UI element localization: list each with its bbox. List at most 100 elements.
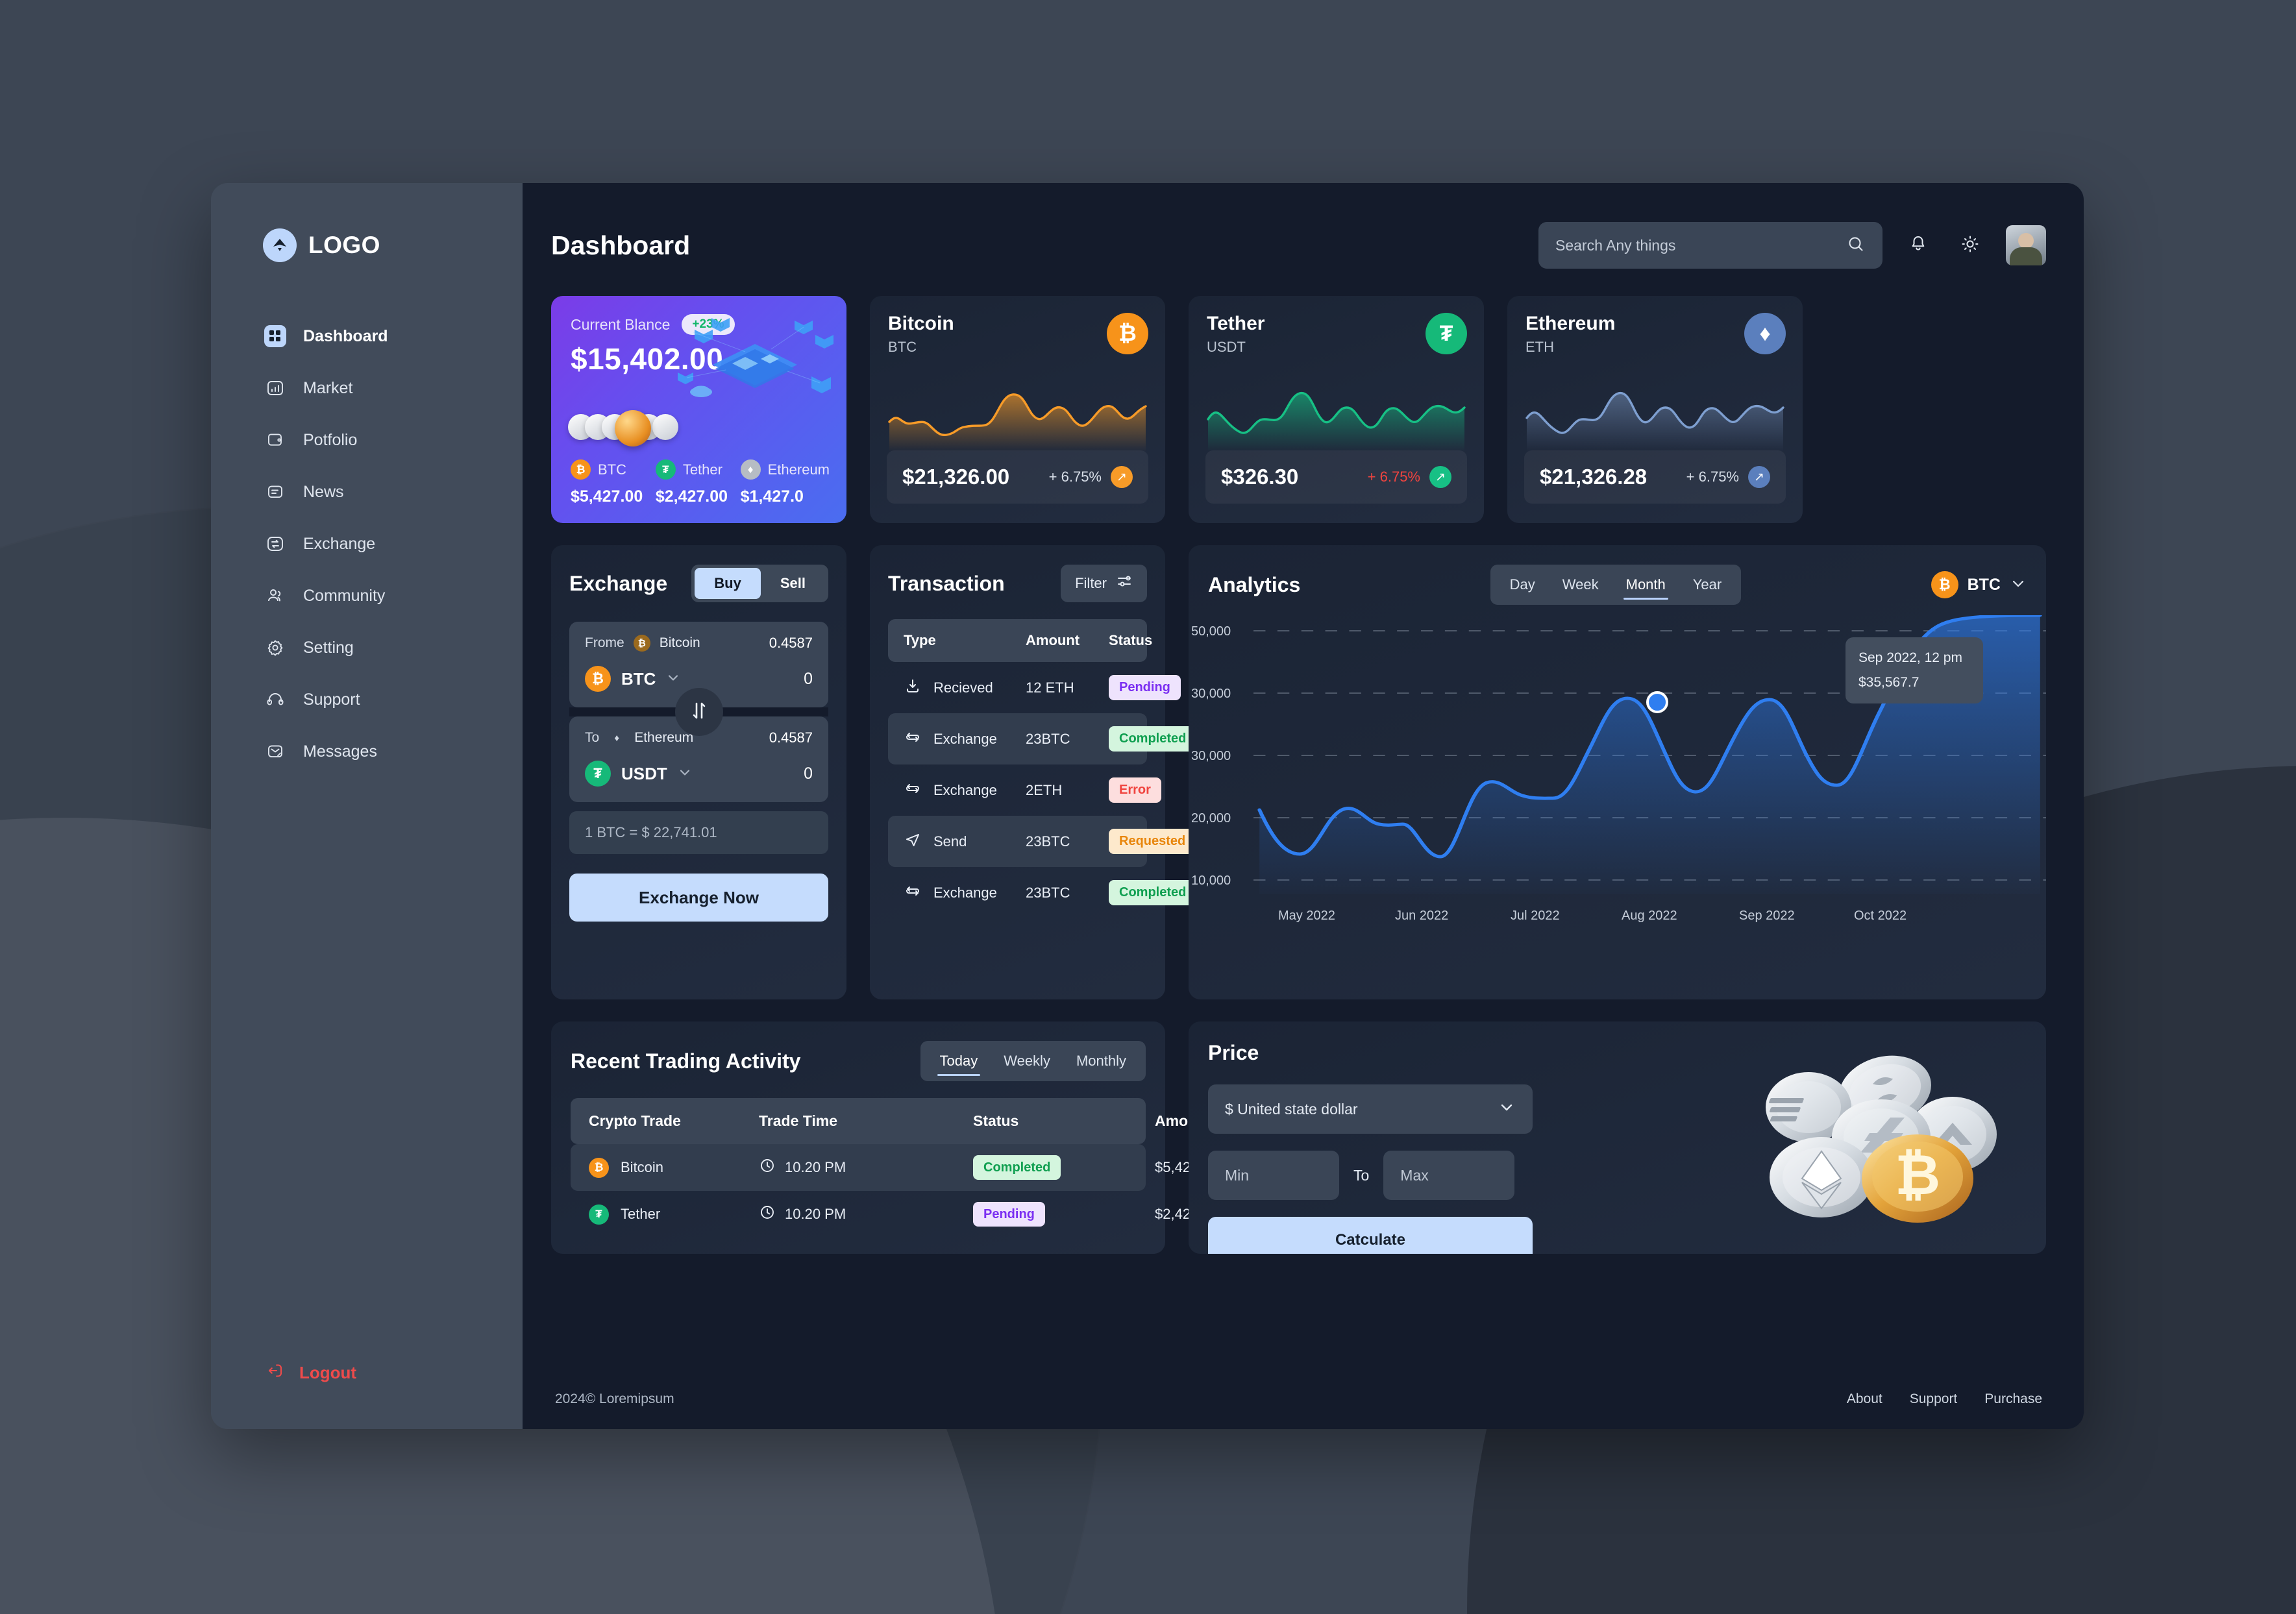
from-ticker: BTC (621, 668, 656, 689)
min-price-input[interactable] (1225, 1166, 1322, 1184)
table-row[interactable]: Exchange 23BTC Completed (888, 867, 1197, 918)
analytics-range-tabs[interactable]: Day Week Month Year (1490, 565, 1742, 605)
recent-trading-range-tabs[interactable]: Today Weekly Monthly (920, 1041, 1146, 1081)
tether-icon: ₮ (1426, 313, 1467, 354)
tether-icon: ₮ (585, 761, 611, 787)
table-row[interactable]: ₿ Bitcoin 10.20 PM Completed $5,421.00 (571, 1144, 1218, 1191)
min-price-field[interactable] (1208, 1151, 1339, 1200)
asset-value: $1,427.0 (740, 487, 804, 506)
table-row[interactable]: Send 23BTC Requested (888, 816, 1196, 867)
sidebar-item-community[interactable]: Community (211, 571, 523, 620)
footer-link-purchase[interactable]: Purchase (1984, 1391, 2042, 1407)
trade-time: 10.20 PM (785, 1159, 846, 1175)
tx-type: Recieved (933, 679, 993, 696)
news-icon (264, 481, 286, 503)
max-price-input[interactable] (1400, 1166, 1498, 1184)
tx-type: Exchange (933, 781, 997, 798)
logout-button[interactable]: Logout (211, 1361, 523, 1385)
tab-weekly[interactable]: Weekly (992, 1046, 1062, 1076)
sidebar-item-support[interactable]: Support (211, 675, 523, 724)
clock-icon (759, 1204, 776, 1225)
notifications-button[interactable] (1902, 229, 1934, 262)
headset-icon (264, 689, 286, 711)
column-status: Status (1109, 632, 1153, 648)
coin-card-bitcoin[interactable]: Bitcoin BTC ₿ $21,326.00 + 6.75% ↗ (870, 296, 1165, 523)
sparkline-chart-bitcoin (887, 379, 1148, 452)
search-icon[interactable] (1846, 234, 1866, 257)
tab-today[interactable]: Today (928, 1046, 990, 1076)
filter-button[interactable]: Filter (1061, 565, 1147, 602)
theme-toggle-button[interactable] (1954, 229, 1986, 262)
swap-icon (904, 779, 922, 801)
status-badge: Completed (1109, 880, 1197, 905)
coin-price: $21,326.00 (902, 465, 1010, 489)
tether-icon: ₮ (655, 459, 676, 480)
chevron-down-icon[interactable] (666, 670, 680, 688)
tab-week[interactable]: Week (1551, 570, 1611, 600)
status-badge: Error (1109, 777, 1161, 803)
table-row[interactable]: ₮ Tether 10.20 PM Pending $2,426.00 (571, 1191, 1218, 1238)
transaction-table: Type Amount Status Recieved 12 ETH Pendi… (888, 619, 1197, 918)
sidebar-item-dashboard[interactable]: Dashboard (211, 312, 523, 361)
sell-tab[interactable]: Sell (761, 568, 825, 599)
table-row[interactable]: Exchange 23BTC Completed (888, 713, 1197, 764)
tx-amount: 23BTC (1026, 833, 1070, 850)
coin-card-tether[interactable]: Tether USDT ₮ $326.30 + 6.75% ↗ (1189, 296, 1484, 523)
sidebar-item-exchange[interactable]: Exchange (211, 519, 523, 569)
to-coin-name: Ethereum (634, 730, 694, 745)
trend-up-icon: ↗ (1429, 466, 1451, 488)
tab-day[interactable]: Day (1498, 570, 1547, 600)
buy-sell-toggle[interactable]: Buy Sell (691, 565, 828, 602)
logout-label: Logout (299, 1363, 357, 1382)
tab-year[interactable]: Year (1681, 570, 1733, 600)
brand-label: LOGO (308, 232, 380, 258)
sidebar: LOGO Dashboard Market Potfolio News Exch… (211, 183, 523, 1429)
analytics-title: Analytics (1208, 572, 1301, 596)
table-row[interactable]: Recieved 12 ETH Pending (888, 662, 1181, 713)
exchange-icon (264, 533, 286, 555)
sidebar-item-news[interactable]: News (211, 467, 523, 517)
brand[interactable]: LOGO (211, 221, 523, 270)
footer-link-support[interactable]: Support (1910, 1391, 1958, 1407)
search-input[interactable] (1555, 236, 1837, 254)
sliders-icon (1116, 573, 1133, 594)
analytics-coin-selector[interactable]: ₿ BTC (1931, 571, 2027, 598)
tx-type: Exchange (933, 884, 997, 901)
swap-direction-button[interactable] (674, 688, 723, 736)
chevron-down-icon[interactable] (2010, 575, 2027, 595)
recent-trading-title: Recent Trading Activity (571, 1049, 801, 1073)
asset-value: $5,427.00 (571, 487, 643, 506)
tab-monthly[interactable]: Monthly (1065, 1046, 1138, 1076)
blockchain-illustration (667, 306, 843, 423)
coin-change: + 6.75% (1686, 469, 1739, 485)
table-row[interactable]: Exchange 2ETH Error (888, 764, 1161, 816)
max-price-field[interactable] (1383, 1151, 1515, 1200)
wallet-icon (264, 429, 286, 451)
analytics-chart: 50,000 30,000 30,000 20,000 10,000 Sep 2… (1189, 615, 2046, 999)
swap-fields: Frome ₿ Bitcoin 0.4587 ₿ BTC 0 To ♦ Ethe… (569, 622, 828, 802)
sun-icon (1960, 234, 1981, 258)
chevron-down-icon[interactable] (678, 765, 692, 783)
y-axis-tick: 10,000 (1191, 874, 1231, 888)
coin-card-ethereum[interactable]: Ethereum ETH ♦ $21,326.28 + 6.75% ↗ (1507, 296, 1803, 523)
download-icon (904, 677, 922, 699)
footer-link-about[interactable]: About (1847, 1391, 1882, 1407)
logout-icon (265, 1361, 285, 1385)
bitcoin-icon: ₿ (585, 666, 611, 692)
calculate-button[interactable]: Catculate (1208, 1217, 1533, 1254)
search-box[interactable] (1538, 222, 1882, 269)
sidebar-item-messages[interactable]: Messages (211, 727, 523, 776)
bell-icon (1908, 234, 1929, 258)
sidebar-item-setting[interactable]: Setting (211, 623, 523, 672)
sidebar-item-market[interactable]: Market (211, 363, 523, 413)
sidebar-item-potfolio[interactable]: Potfolio (211, 415, 523, 465)
avatar[interactable] (2006, 225, 2046, 265)
currency-select[interactable]: $ United state dollar (1208, 1084, 1533, 1134)
bitcoin-icon: ₿ (589, 1157, 609, 1178)
svg-text:₿: ₿ (1895, 1144, 1940, 1206)
tooltip-value: $35,567.7 (1858, 675, 1920, 690)
from-quantity: 0.4587 (769, 635, 813, 651)
buy-tab[interactable]: Buy (695, 568, 761, 599)
exchange-now-button[interactable]: Exchange Now (569, 874, 828, 922)
tab-month[interactable]: Month (1614, 570, 1677, 600)
